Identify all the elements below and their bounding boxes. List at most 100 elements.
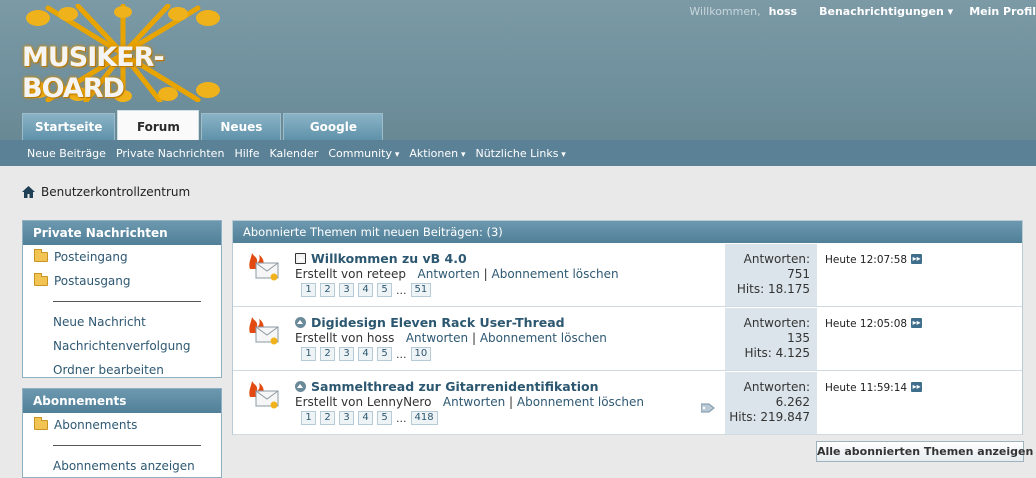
sidebar-link-abonnements-anzeigen[interactable]: Abonnements anzeigen — [23, 454, 221, 478]
thread-author: Erstellt von LennyNero — [295, 395, 432, 409]
thread-pagination: 1 2 3 4 5 ... 418 — [301, 411, 442, 425]
subnav-community-menu[interactable]: Community — [328, 147, 399, 160]
go-to-first-unread-icon[interactable] — [295, 317, 306, 328]
subnav-aktionen-menu[interactable]: Aktionen — [409, 147, 465, 160]
page-link[interactable]: 2 — [320, 347, 335, 361]
sidebar-item-abonnements[interactable]: Abonnements — [23, 413, 221, 437]
thread-title-link[interactable]: Willkommen zu vB 4.0 — [295, 251, 467, 266]
separator: | — [509, 395, 514, 409]
page-link[interactable]: 3 — [339, 283, 354, 297]
chevron-down-icon: ▾ — [943, 5, 954, 18]
sidebar-item-posteingang[interactable]: Posteingang — [23, 245, 221, 269]
reply-link[interactable]: Antworten — [418, 267, 480, 281]
thread-meta: Erstellt von LennyNero Antworten | Abonn… — [295, 395, 644, 409]
breadcrumb-current: Benutzerkontrollzentrum — [41, 185, 191, 199]
last-page-link[interactable]: 51 — [410, 283, 432, 297]
page-link[interactable]: 1 — [301, 347, 316, 361]
tab-forum[interactable]: Forum — [117, 110, 200, 140]
profile-link[interactable]: Mein Profil — [969, 5, 1036, 21]
page-link[interactable]: 3 — [339, 411, 354, 425]
page-link[interactable]: 1 — [301, 283, 316, 297]
separator: | — [483, 267, 488, 281]
notifications-menu[interactable]: Benachrichtigungen ▾ — [819, 5, 953, 21]
unsubscribe-link[interactable]: Abonnement löschen — [492, 267, 619, 281]
go-to-first-unread-icon[interactable] — [295, 253, 306, 264]
last-post: Heute 12:07:58 ▸▸ — [817, 244, 1022, 306]
thread-stats: Antworten: 6.262 Hits: 219.847 — [725, 372, 817, 434]
page-link[interactable]: 5 — [377, 411, 392, 425]
page-link[interactable]: 2 — [320, 411, 335, 425]
last-page-link[interactable]: 10 — [410, 347, 432, 361]
page-link[interactable]: 1 — [301, 411, 316, 425]
thread-hot-new-icon — [249, 381, 279, 409]
page-link[interactable]: 4 — [358, 347, 373, 361]
jump-to-post-icon[interactable]: ▸▸ — [911, 318, 923, 328]
unsubscribe-link[interactable]: Abonnement löschen — [517, 395, 644, 409]
last-post: Heute 11:59:14 ▸▸ — [817, 372, 1022, 434]
page-link[interactable]: 3 — [339, 347, 354, 361]
site-logo[interactable]: MUSIKER-BOARD — [8, 3, 238, 105]
jump-to-post-icon[interactable]: ▸▸ — [911, 254, 923, 264]
thread-stats: Antworten: 135 Hits: 4.125 — [725, 308, 817, 370]
replies-label: Antworten: — [743, 380, 810, 394]
jump-to-post-icon[interactable]: ▸▸ — [911, 382, 923, 392]
sidebar-subscriptions: Abonnements Abonnements Abonnements anze… — [22, 388, 222, 478]
sidebar-pm-title[interactable]: Private Nachrichten — [23, 221, 221, 245]
pagination-ellipsis: ... — [396, 347, 407, 361]
subnav-private-nachrichten[interactable]: Private Nachrichten — [116, 147, 225, 160]
welcome-label: Willkommen, — [689, 5, 761, 18]
page-link[interactable]: 4 — [358, 283, 373, 297]
folder-icon — [34, 417, 48, 430]
reply-link[interactable]: Antworten — [443, 395, 505, 409]
thread-hot-new-icon — [249, 253, 279, 281]
replies-label: Antworten: — [743, 316, 810, 330]
reply-link[interactable]: Antworten — [406, 331, 468, 345]
sidebar-private-messages: Private Nachrichten Posteingang Postausg… — [22, 220, 222, 378]
page-link[interactable]: 5 — [377, 283, 392, 297]
tab-neues[interactable]: Neues — [201, 113, 282, 140]
hits-count: Hits: 4.125 — [744, 346, 810, 360]
sidebar-link-nachrichtenverfolgung[interactable]: Nachrichtenverfolgung — [23, 334, 221, 358]
logo-text: MUSIKER-BOARD — [22, 42, 165, 104]
thread-title-link[interactable]: Digidesign Eleven Rack User-Thread — [295, 315, 565, 330]
thread-pagination: 1 2 3 4 5 ... 51 — [301, 283, 435, 297]
folder-icon — [34, 273, 48, 286]
subscribed-threads-panel: Abonnierte Themen mit neuen Beiträgen: (… — [232, 220, 1023, 435]
thread-meta: Erstellt von hoss Antworten | Abonnement… — [295, 331, 607, 345]
page-link[interactable]: 5 — [377, 347, 392, 361]
replies-count: 135 — [787, 331, 810, 345]
page-link[interactable]: 2 — [320, 283, 335, 297]
last-post-time: Heute 12:07:58 — [825, 254, 908, 266]
thread-hot-new-icon — [249, 317, 279, 345]
last-post-time: Heute 12:05:08 — [825, 318, 908, 330]
thread-row: Willkommen zu vB 4.0 Erstellt von reteep… — [233, 244, 1022, 307]
subnav-kalender[interactable]: Kalender — [269, 147, 318, 160]
main-tabs: Startseite Forum Neues Google Suche — [22, 110, 385, 161]
sidebar-subs-title[interactable]: Abonnements — [23, 389, 221, 413]
breadcrumb: Benutzerkontrollzentrum — [22, 185, 190, 199]
separator: | — [471, 331, 476, 345]
thread-title-link[interactable]: Sammelthread zur Gitarrenidentifikation — [295, 379, 598, 394]
user-bar: Willkommen, hoss Benachrichtigungen ▾ Me… — [689, 5, 1036, 21]
sidebar-divider — [53, 301, 201, 302]
show-all-subscriptions-button[interactable]: Alle abonnierten Themen anzeigen — [816, 441, 1033, 462]
subnav-nuetzliche-links-menu[interactable]: Nützliche Links — [475, 147, 565, 160]
last-post: Heute 12:05:08 ▸▸ — [817, 308, 1022, 370]
tab-google-suche[interactable]: Google Suche — [283, 113, 384, 161]
pagination-ellipsis: ... — [396, 411, 407, 425]
tag-icon[interactable] — [701, 403, 715, 413]
tab-startseite[interactable]: Startseite — [22, 113, 116, 140]
page-link[interactable]: 4 — [358, 411, 373, 425]
sidebar-link-ordner-bearbeiten[interactable]: Ordner bearbeiten — [23, 358, 221, 382]
thread-row: Sammelthread zur Gitarrenidentifikation … — [233, 372, 1022, 435]
sidebar-link-neue-nachricht[interactable]: Neue Nachricht — [23, 310, 221, 334]
username-link[interactable]: hoss — [769, 5, 797, 21]
sidebar-item-postausgang[interactable]: Postausgang — [23, 269, 221, 293]
unsubscribe-link[interactable]: Abonnement löschen — [480, 331, 607, 345]
subnav-hilfe[interactable]: Hilfe — [234, 147, 259, 160]
subnav-neue-beitraege[interactable]: Neue Beiträge — [27, 147, 106, 160]
go-to-first-unread-icon[interactable] — [295, 381, 306, 392]
folder-icon — [34, 249, 48, 262]
last-page-link[interactable]: 418 — [410, 411, 438, 425]
home-icon[interactable] — [22, 186, 35, 198]
